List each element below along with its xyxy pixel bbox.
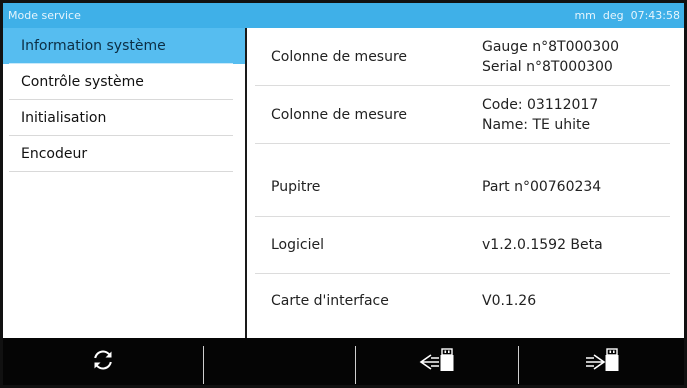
info-value: Part n°00760234 <box>482 179 602 195</box>
sidebar-item-label: Initialisation <box>21 110 107 126</box>
row-divider <box>255 143 670 144</box>
bottom-toolbar <box>3 338 684 385</box>
info-panel: Colonne de mesure Gauge n°8T000300 Seria… <box>247 28 684 338</box>
refresh-icon <box>92 349 114 375</box>
info-row: Logiciel v1.2.0.1592 Beta <box>247 216 684 274</box>
status-readout: mm deg 07:43:58 <box>574 9 680 22</box>
sidebar-item-controle-systeme[interactable]: Contrôle système <box>3 64 245 100</box>
sidebar-item-initialisation[interactable]: Initialisation <box>3 100 245 136</box>
info-label: Colonne de mesure <box>271 107 408 123</box>
info-label: Pupitre <box>271 179 321 195</box>
info-value: Gauge n°8T000300 Serial n°8T000300 <box>482 37 619 77</box>
sidebar-item-label: Contrôle système <box>21 74 144 90</box>
info-row: Colonne de mesure Code: 03112017 Name: T… <box>247 86 684 144</box>
info-value: Code: 03112017 Name: TE uhite <box>482 95 598 135</box>
info-label: Colonne de mesure <box>271 49 408 65</box>
info-label: Carte d'interface <box>271 293 389 309</box>
refresh-button[interactable] <box>3 338 203 385</box>
sidebar-item-label: Encodeur <box>21 146 88 162</box>
info-row: Colonne de mesure Gauge n°8T000300 Seria… <box>247 28 684 86</box>
usb-import-button[interactable] <box>356 338 518 385</box>
sidebar: Information système Contrôle système Ini… <box>3 28 247 338</box>
sidebar-item-encodeur[interactable]: Encodeur <box>3 136 245 172</box>
info-value: v1.2.0.1592 Beta <box>482 237 603 253</box>
info-value-line1: Gauge n°8T000300 <box>482 39 620 55</box>
info-value-line1: Code: 03112017 <box>482 97 599 113</box>
usb-export-button[interactable] <box>519 338 684 385</box>
usb-export-icon <box>582 347 622 377</box>
info-value-line2: Name: TE uhite <box>482 117 591 133</box>
info-label: Logiciel <box>271 237 324 253</box>
usb-import-icon <box>417 347 457 377</box>
info-row: Carte d'interface V0.1.26 <box>247 272 684 330</box>
toolbar-divider <box>203 346 204 384</box>
sidebar-item-label: Information système <box>21 38 166 54</box>
sidebar-item-information-systeme[interactable]: Information système <box>3 28 245 64</box>
title-bar: Mode service mm deg 07:43:58 <box>3 3 684 28</box>
info-value-line2: Serial n°8T000300 <box>482 59 613 75</box>
window-title: Mode service <box>8 9 81 22</box>
info-row: Pupitre Part n°00760234 <box>247 158 684 217</box>
info-value: V0.1.26 <box>482 293 537 309</box>
